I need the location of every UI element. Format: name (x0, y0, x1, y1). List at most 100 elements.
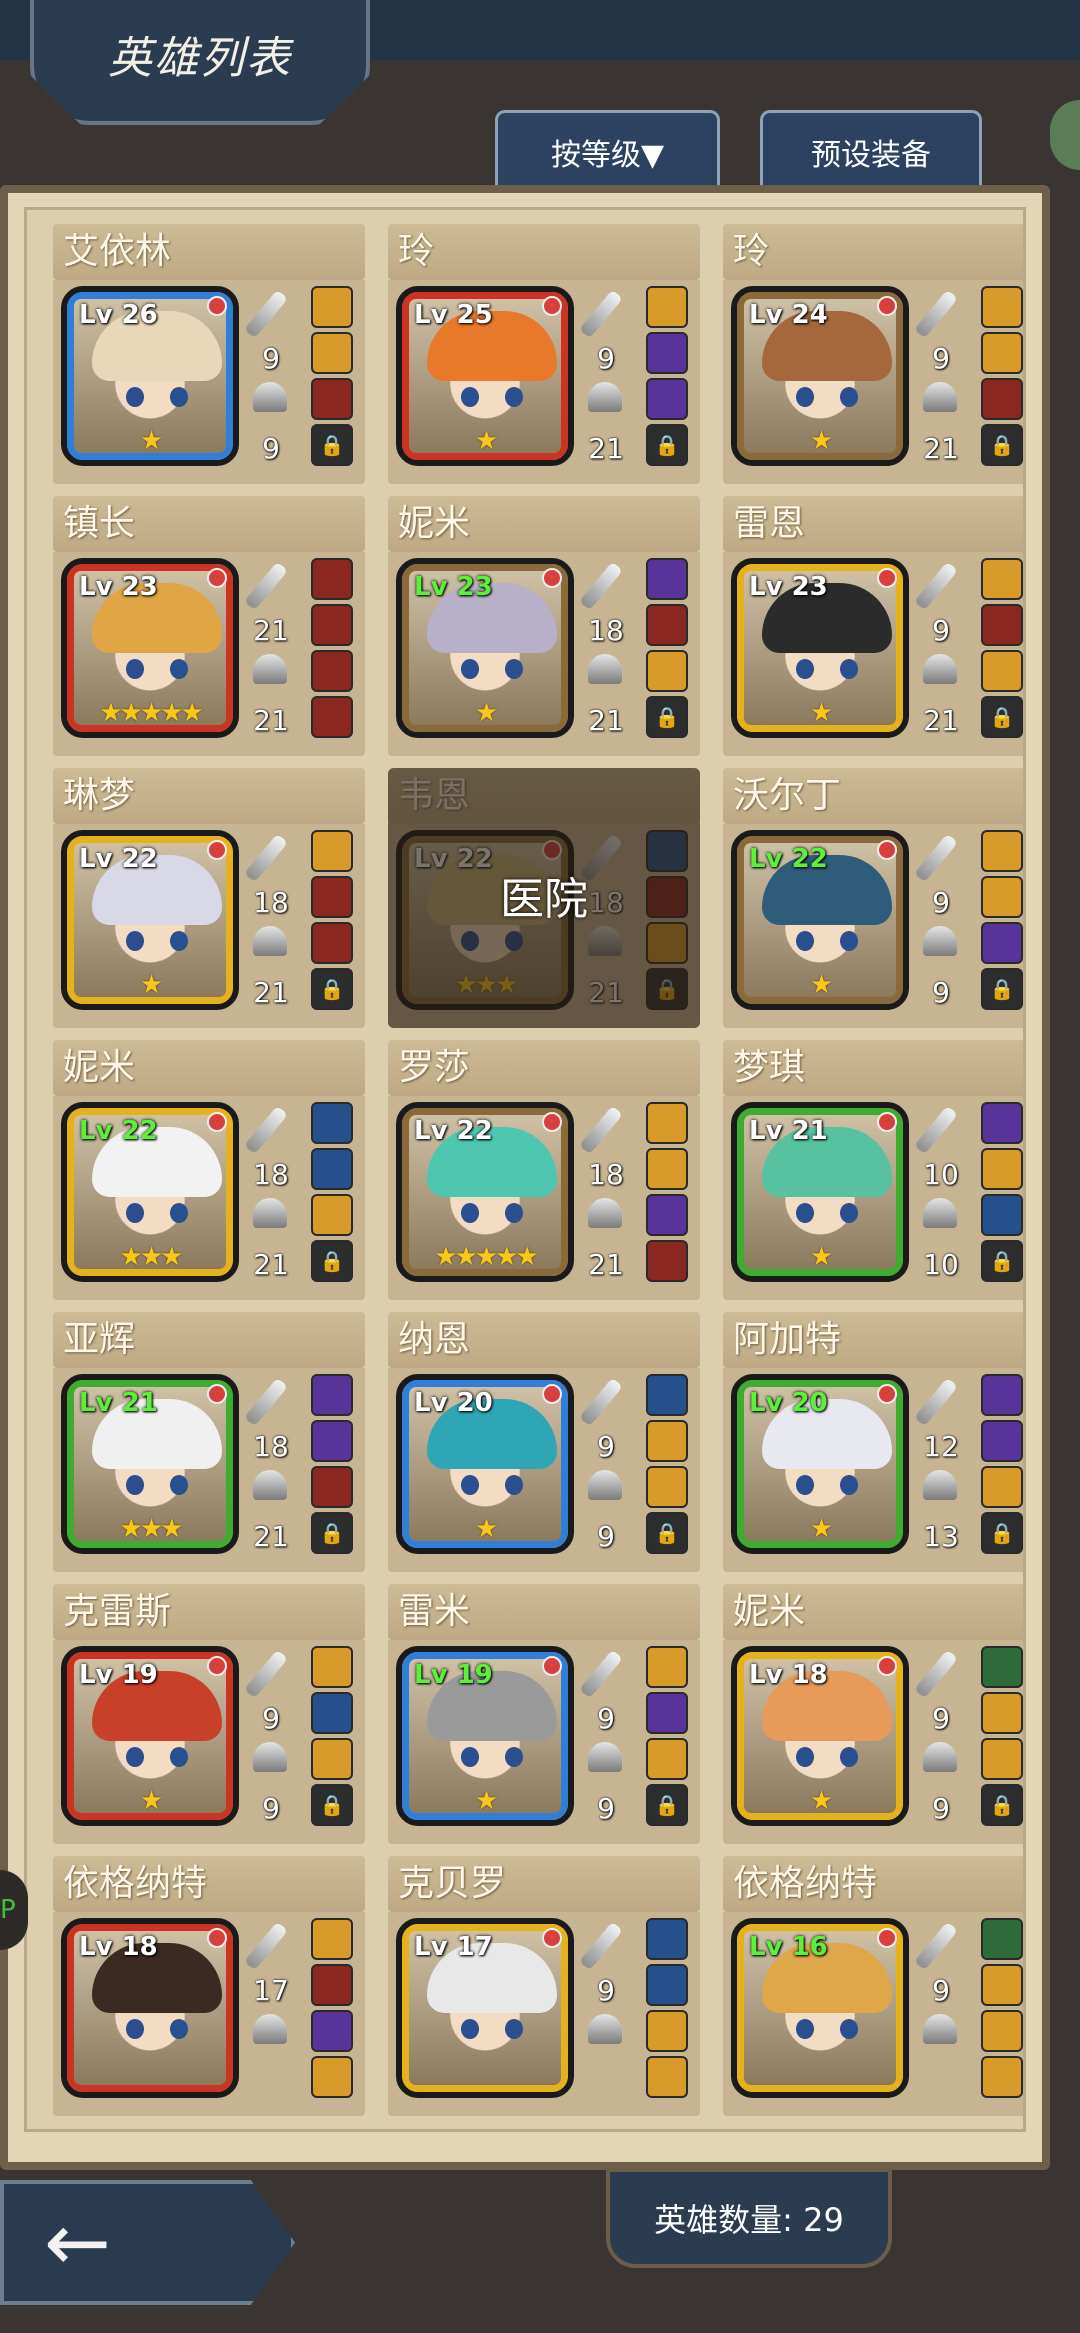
equipment-slot[interactable] (646, 1240, 688, 1282)
equipment-slot[interactable] (311, 876, 353, 918)
equipment-slot[interactable] (981, 2056, 1023, 2098)
equipment-slot[interactable] (646, 1194, 688, 1236)
hero-portrait[interactable]: Lv 21 ★ (731, 1102, 909, 1282)
equipment-slot[interactable] (981, 1466, 1023, 1508)
equipment-slot[interactable] (981, 1420, 1023, 1462)
hero-card[interactable]: 纳恩 Lv 20 ★ 9 9 (388, 1312, 700, 1572)
locked-slot-icon[interactable] (981, 968, 1023, 1010)
equipment-slot[interactable] (646, 1738, 688, 1780)
locked-slot-icon[interactable] (311, 1512, 353, 1554)
hero-card[interactable]: 琳梦 Lv 22 ★ 18 21 (53, 768, 365, 1028)
hero-card[interactable]: 雷恩 Lv 23 ★ 9 21 (723, 496, 1023, 756)
locked-slot-icon[interactable] (981, 696, 1023, 738)
hero-portrait[interactable]: Lv 20 ★ (731, 1374, 909, 1554)
equipment-slot[interactable] (646, 1102, 688, 1144)
equipment-slot[interactable] (646, 1466, 688, 1508)
equipment-slot[interactable] (981, 830, 1023, 872)
equipment-slot[interactable] (311, 604, 353, 646)
hero-portrait[interactable]: Lv 23 ★ (731, 558, 909, 738)
equipment-slot[interactable] (311, 1102, 353, 1144)
back-button[interactable]: ← (0, 2180, 295, 2305)
equipment-slot[interactable] (646, 1420, 688, 1462)
hero-portrait[interactable]: Lv 22 ★ (61, 830, 239, 1010)
hero-card[interactable]: 沃尔丁 Lv 22 ★ 9 9 (723, 768, 1023, 1028)
equipment-slot[interactable] (311, 1692, 353, 1734)
locked-slot-icon[interactable] (311, 424, 353, 466)
hero-portrait[interactable]: Lv 18 ★ (731, 1646, 909, 1826)
equipment-slot[interactable] (981, 378, 1023, 420)
locked-slot-icon[interactable] (646, 1784, 688, 1826)
equipment-slot[interactable] (981, 558, 1023, 600)
hero-card[interactable]: 妮米 Lv 23 ★ 18 21 (388, 496, 700, 756)
equipment-slot[interactable] (981, 604, 1023, 646)
hero-card[interactable]: 镇长 Lv 23 ★★★★★ 21 21 (53, 496, 365, 756)
equipment-slot[interactable] (981, 1918, 1023, 1960)
hero-card[interactable]: 依格纳特 Lv 18 17 (53, 1856, 365, 2116)
equipment-slot[interactable] (311, 286, 353, 328)
hero-card[interactable]: 妮米 Lv 18 ★ 9 9 (723, 1584, 1023, 1844)
hero-portrait[interactable]: Lv 24 ★ (731, 286, 909, 466)
hero-list-scroll-area[interactable]: 艾依林Lv 26★99玲Lv 25★921玲Lv 24★921镇长Lv 23★★… (24, 207, 1026, 2132)
equipment-slot[interactable] (981, 2010, 1023, 2052)
equipment-slot[interactable] (646, 1692, 688, 1734)
equipment-slot[interactable] (981, 1148, 1023, 1190)
hero-card[interactable]: 妮米 Lv 22 ★★★ 18 21 (53, 1040, 365, 1300)
equipment-slot[interactable] (646, 378, 688, 420)
hero-card[interactable]: 克雷斯 Lv 19 ★ 9 9 (53, 1584, 365, 1844)
locked-slot-icon[interactable] (981, 1784, 1023, 1826)
equipment-slot[interactable] (646, 1646, 688, 1688)
locked-slot-icon[interactable] (981, 424, 1023, 466)
equipment-slot[interactable] (646, 1964, 688, 2006)
hero-card[interactable]: 雷米 Lv 19 ★ 9 9 (388, 1584, 700, 1844)
equipment-slot[interactable] (311, 830, 353, 872)
equipment-slot[interactable] (646, 650, 688, 692)
equipment-slot[interactable] (981, 1964, 1023, 2006)
hero-card[interactable]: 阿加特 Lv 20 ★ 12 13 (723, 1312, 1023, 1572)
equipment-slot[interactable] (981, 332, 1023, 374)
equipment-slot[interactable] (311, 1964, 353, 2006)
equipment-slot[interactable] (311, 1194, 353, 1236)
locked-slot-icon[interactable] (646, 424, 688, 466)
hero-portrait[interactable]: Lv 25 ★ (396, 286, 574, 466)
equipment-slot[interactable] (646, 1148, 688, 1190)
equipment-slot[interactable] (311, 1738, 353, 1780)
equipment-slot[interactable] (311, 696, 353, 738)
locked-slot-icon[interactable] (981, 1512, 1023, 1554)
equipment-slot[interactable] (981, 1102, 1023, 1144)
equipment-slot[interactable] (981, 922, 1023, 964)
hero-card[interactable]: 依格纳特 Lv 16 9 (723, 1856, 1023, 2116)
hero-card[interactable]: 韦恩Lv 22★★★1821医院 (388, 768, 700, 1028)
equipment-slot[interactable] (311, 1918, 353, 1960)
hero-portrait[interactable]: Lv 19 ★ (396, 1646, 574, 1826)
hero-portrait[interactable]: Lv 19 ★ (61, 1646, 239, 1826)
equipment-slot[interactable] (981, 1374, 1023, 1416)
equipment-slot[interactable] (311, 378, 353, 420)
equipment-slot[interactable] (646, 2010, 688, 2052)
equipment-slot[interactable] (311, 1466, 353, 1508)
hero-portrait[interactable]: Lv 16 (731, 1918, 909, 2098)
hero-portrait[interactable]: Lv 22 ★ (731, 830, 909, 1010)
hero-card[interactable]: 艾依林 Lv 26 ★ 9 9 (53, 224, 365, 484)
equipment-slot[interactable] (981, 650, 1023, 692)
equipment-slot[interactable] (981, 1646, 1023, 1688)
locked-slot-icon[interactable] (311, 1240, 353, 1282)
hero-card[interactable]: 梦琪 Lv 21 ★ 10 10 (723, 1040, 1023, 1300)
hero-portrait[interactable]: Lv 22 ★★★★★ (396, 1102, 574, 1282)
equipment-slot[interactable] (311, 2056, 353, 2098)
equipment-slot[interactable] (311, 1646, 353, 1688)
hero-portrait[interactable]: Lv 21 ★★★ (61, 1374, 239, 1554)
preset-equipment-button[interactable]: 预设装备 (760, 110, 982, 190)
hero-portrait[interactable]: Lv 18 (61, 1918, 239, 2098)
equipment-slot[interactable] (981, 876, 1023, 918)
hero-card[interactable]: 克贝罗 Lv 17 9 (388, 1856, 700, 2116)
equipment-slot[interactable] (311, 1420, 353, 1462)
equipment-slot[interactable] (981, 1738, 1023, 1780)
hero-card[interactable]: 亚辉 Lv 21 ★★★ 18 21 (53, 1312, 365, 1572)
hero-portrait[interactable]: Lv 22 ★★★ (61, 1102, 239, 1282)
equipment-slot[interactable] (311, 1374, 353, 1416)
equipment-slot[interactable] (311, 558, 353, 600)
sort-by-level-button[interactable]: 按等级▼ (495, 110, 720, 190)
equipment-slot[interactable] (981, 286, 1023, 328)
equipment-slot[interactable] (646, 1374, 688, 1416)
equipment-slot[interactable] (981, 1194, 1023, 1236)
